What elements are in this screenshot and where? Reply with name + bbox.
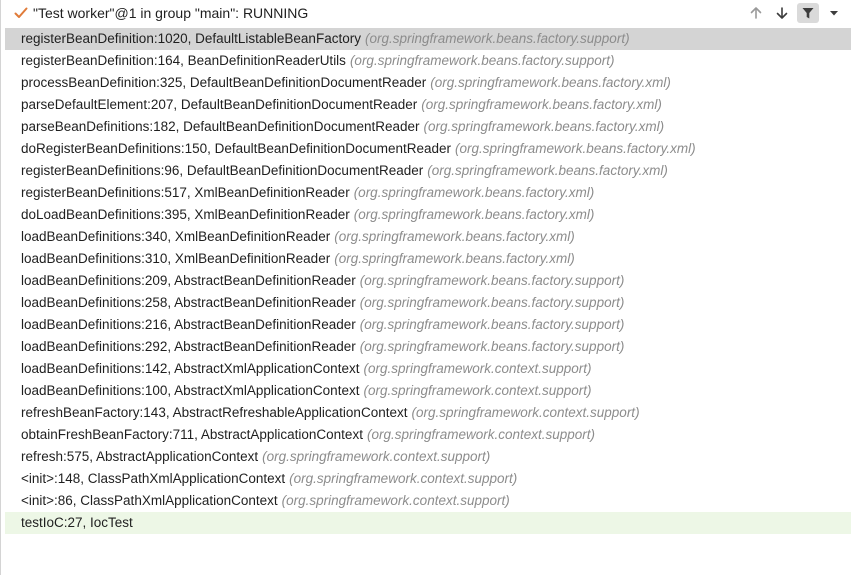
frame-package: (org.springframework.beans.factory.suppo… [359,295,625,310]
chevron-down-icon [830,11,838,16]
stack-frame-row[interactable]: parseDefaultElement:207, DefaultBeanDefi… [5,94,851,116]
frame-method: loadBeanDefinitions:310, XmlBeanDefiniti… [21,251,331,266]
stack-frame-row[interactable]: processBeanDefinition:325, DefaultBeanDe… [5,72,851,94]
frame-method: loadBeanDefinitions:100, AbstractXmlAppl… [21,383,360,398]
frame-method: testIoC:27, IocTest [21,515,133,530]
frame-method: doLoadBeanDefinitions:395, XmlBeanDefini… [21,207,350,222]
frame-package: (org.springframework.beans.factory.suppo… [359,339,625,354]
stack-frame-row[interactable]: loadBeanDefinitions:209, AbstractBeanDef… [5,270,851,292]
stack-frame-row[interactable]: doLoadBeanDefinitions:395, XmlBeanDefini… [5,204,851,226]
frame-method: loadBeanDefinitions:292, AbstractBeanDef… [21,339,356,354]
frame-method: doRegisterBeanDefinitions:150, DefaultBe… [21,141,452,156]
arrow-up-icon [750,7,762,19]
stack-frame-row[interactable]: testIoC:27, IocTest [5,512,851,534]
frame-method: <init>:86, ClassPathXmlApplicationContex… [21,493,278,508]
frame-method: loadBeanDefinitions:209, AbstractBeanDef… [21,273,356,288]
frame-package: (org.springframework.context.support) [363,361,592,376]
stack-frame-row[interactable]: obtainFreshBeanFactory:711, AbstractAppl… [5,424,851,446]
stack-frame-row[interactable]: registerBeanDefinitions:96, DefaultBeanD… [5,160,851,182]
frame-method: registerBeanDefinitions:517, XmlBeanDefi… [21,185,350,200]
frame-package: (org.springframework.context.support) [262,449,491,464]
stack-frame-row[interactable]: registerBeanDefinitions:517, XmlBeanDefi… [5,182,851,204]
frame-package: (org.springframework.beans.factory.xml) [353,185,595,200]
frame-method: loadBeanDefinitions:340, XmlBeanDefiniti… [21,229,331,244]
move-down-button[interactable] [771,3,793,23]
stack-frame-row[interactable]: doRegisterBeanDefinitions:150, DefaultBe… [5,138,851,160]
stack-frame-row[interactable]: <init>:86, ClassPathXmlApplicationContex… [5,490,851,512]
stack-frames-list: registerBeanDefinition:1020, DefaultList… [5,28,851,534]
filter-button[interactable] [797,3,819,23]
stack-frame-row[interactable]: <init>:148, ClassPathXmlApplicationConte… [5,468,851,490]
frame-method: registerBeanDefinitions:96, DefaultBeanD… [21,163,424,178]
frame-package: (org.springframework.beans.factory.xml) [421,97,662,112]
frame-package: (org.springframework.beans.factory.xml) [455,141,696,156]
stack-frame-row[interactable]: registerBeanDefinition:164, BeanDefiniti… [5,50,851,72]
thread-header[interactable]: "Test worker"@1 in group "main": RUNNING [1,0,852,26]
frame-method: parseDefaultElement:207, DefaultBeanDefi… [21,97,418,112]
frame-package: (org.springframework.context.support) [411,405,640,420]
stack-frame-row[interactable]: loadBeanDefinitions:340, XmlBeanDefiniti… [5,226,851,248]
frame-method: <init>:148, ClassPathXmlApplicationConte… [21,471,286,486]
check-icon [14,7,28,18]
stack-frame-row[interactable]: parseBeanDefinitions:182, DefaultBeanDef… [5,116,851,138]
thread-title: "Test worker"@1 in group "main": RUNNING [33,5,309,21]
frame-package: (org.springframework.beans.factory.suppo… [359,317,625,332]
frame-package: (org.springframework.context.support) [363,383,592,398]
frame-package: (org.springframework.beans.factory.suppo… [359,273,625,288]
frame-method: parseBeanDefinitions:182, DefaultBeanDef… [21,119,420,134]
frame-package: (org.springframework.beans.factory.xml) [334,229,575,244]
move-up-button[interactable] [745,3,767,23]
frames-panel: "Test worker"@1 in group "main": RUNNING [0,0,852,575]
filter-icon [802,8,814,19]
frame-method: refreshBeanFactory:143, AbstractRefresha… [21,405,408,420]
arrow-down-icon [776,7,788,19]
frame-package: (org.springframework.context.support) [366,427,596,442]
frame-package: (org.springframework.beans.factory.xml) [423,119,665,134]
frame-package: (org.springframework.context.support) [281,493,510,508]
frame-method: obtainFreshBeanFactory:711, AbstractAppl… [21,427,363,442]
frame-method: processBeanDefinition:325, DefaultBeanDe… [21,75,427,90]
frame-package: (org.springframework.beans.factory.xml) [353,207,595,222]
stack-frame-row[interactable]: registerBeanDefinition:1020, DefaultList… [5,28,851,50]
stack-frame-row[interactable]: refresh:575, AbstractApplicationContext(… [5,446,851,468]
stack-frame-row[interactable]: loadBeanDefinitions:216, AbstractBeanDef… [5,314,851,336]
frame-package: (org.springframework.beans.factory.suppo… [349,53,615,68]
frame-package: (org.springframework.beans.factory.xml) [427,163,668,178]
frame-method: registerBeanDefinition:164, BeanDefiniti… [21,53,346,68]
stack-frame-row[interactable]: loadBeanDefinitions:142, AbstractXmlAppl… [5,358,851,380]
more-options-button[interactable] [823,3,845,23]
frame-method: registerBeanDefinition:1020, DefaultList… [21,31,361,46]
frame-method: loadBeanDefinitions:216, AbstractBeanDef… [21,317,356,332]
stack-frame-row[interactable]: loadBeanDefinitions:292, AbstractBeanDef… [5,336,851,358]
stack-frame-row[interactable]: loadBeanDefinitions:310, XmlBeanDefiniti… [5,248,851,270]
frame-package: (org.springframework.beans.factory.suppo… [364,31,630,46]
frame-package: (org.springframework.context.support) [289,471,518,486]
frames-toolbar [745,3,845,23]
frame-package: (org.springframework.beans.factory.xml) [334,251,575,266]
stack-frame-row[interactable]: refreshBeanFactory:143, AbstractRefresha… [5,402,851,424]
frame-method: loadBeanDefinitions:258, AbstractBeanDef… [21,295,356,310]
stack-frame-row[interactable]: loadBeanDefinitions:258, AbstractBeanDef… [5,292,851,314]
frame-method: refresh:575, AbstractApplicationContext [21,449,259,464]
frame-package: (org.springframework.beans.factory.xml) [430,75,671,90]
frame-method: loadBeanDefinitions:142, AbstractXmlAppl… [21,361,360,376]
stack-frame-row[interactable]: loadBeanDefinitions:100, AbstractXmlAppl… [5,380,851,402]
